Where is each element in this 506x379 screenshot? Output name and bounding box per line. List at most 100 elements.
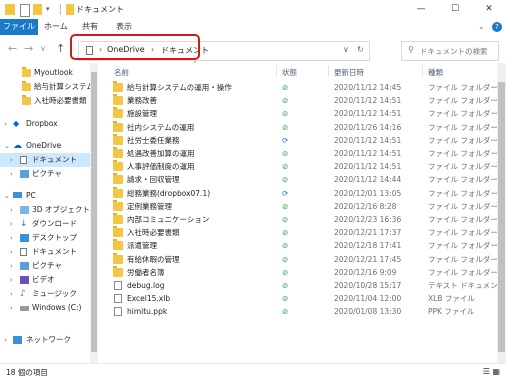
nav-item-videos[interactable]: › ビデオ	[0, 273, 90, 287]
nav-item-network[interactable]: › ネットワーク	[0, 333, 90, 347]
sync-ok-icon: ⊘	[282, 149, 289, 158]
column-name[interactable]: 名前	[114, 67, 129, 78]
tab-view[interactable]: 表示	[116, 19, 132, 35]
nav-item-3d-objects[interactable]: › 3D オブジェクト	[0, 203, 90, 217]
item-date: 2020/12/16 9:09	[334, 267, 397, 277]
item-date: 2020/12/18 17:41	[334, 241, 402, 251]
item-type: ファイル フォルダー	[428, 188, 498, 198]
folder-row[interactable]: 請求・回収管理 ⊘ 2020/11/12 14:44 ファイル フォルダー	[100, 173, 498, 186]
address-dropdown-icon[interactable]: ∨	[343, 45, 349, 54]
chevron-right-icon[interactable]: ›	[10, 231, 13, 245]
item-type: ファイル フォルダー	[428, 109, 498, 119]
chevron-right-icon[interactable]: ›	[10, 203, 13, 217]
chevron-right-icon[interactable]: ›	[4, 333, 7, 347]
item-date: 2020/10/28 15:17	[334, 281, 402, 290]
chevron-right-icon[interactable]: ›	[10, 167, 13, 181]
nav-item-onedrive-pictures[interactable]: › ピクチャ	[0, 167, 90, 181]
item-date: 2020/12/01 13:05	[334, 188, 402, 198]
chevron-right-icon[interactable]: ›	[10, 245, 13, 259]
details-view-icon[interactable]: ☰	[483, 367, 490, 376]
customize-quick-access-icon[interactable]: ▾	[46, 4, 54, 15]
file-row[interactable]: debug.log ⊘ 2020/10/28 15:17 テキスト ドキュメント	[100, 279, 505, 292]
folder-row[interactable]: 入社時必要書類 ⊘ 2020/12/21 17:37 ファイル フォルダー	[100, 226, 498, 239]
nav-item-pc[interactable]: ⌄ PC	[0, 189, 90, 203]
nav-item-windows-c[interactable]: › Windows (C:)	[0, 301, 90, 315]
close-button[interactable]: ✕	[472, 0, 506, 19]
column-divider[interactable]	[276, 65, 277, 77]
documents-icon	[20, 248, 27, 256]
sync-ok-icon: ⊘	[282, 294, 289, 304]
up-icon[interactable]: ↑	[56, 42, 65, 55]
onedrive-icon: ☁	[13, 141, 22, 151]
sync-ok-icon: ⊘	[282, 96, 289, 106]
folder-row[interactable]: 給与計算システムの運用・操作 ⊘ 2020/11/12 14:45 ファイル フォルダ…	[100, 81, 498, 94]
forward-icon[interactable]: →	[24, 42, 33, 55]
column-divider[interactable]	[422, 65, 423, 77]
tab-share[interactable]: 共有	[82, 19, 98, 35]
list-scrollbar-thumb[interactable]	[498, 82, 505, 352]
chevron-right-icon[interactable]: ›	[10, 217, 13, 231]
item-name: 社労士委任業務	[127, 135, 180, 145]
chevron-right-icon[interactable]: ›	[10, 301, 13, 315]
nav-item-onedrive[interactable]: ⌄ ☁ OneDrive	[0, 139, 90, 153]
title-bar: ▾ ドキュメント — ☐ ✕	[0, 0, 506, 20]
item-name: 労働者名簿	[127, 267, 165, 277]
sync-ok-icon: ⊘	[282, 254, 289, 264]
nav-item-dropbox[interactable]: › ◆ Dropbox	[0, 117, 90, 131]
chevron-down-icon[interactable]: ⌄	[4, 189, 10, 203]
column-date-modified[interactable]: 更新日時	[334, 67, 364, 78]
file-row[interactable]: himitu.ppk ⊘ 2020/01/08 13:30 PPK ファイル	[100, 305, 490, 318]
nav-item-music[interactable]: › ♪ ミュージック	[0, 287, 90, 301]
recent-locations-icon[interactable]: ∨	[40, 44, 46, 53]
folder-row[interactable]: 派遣管理 ⊘ 2020/12/18 17:41 ファイル フォルダー	[100, 239, 498, 252]
new-folder-icon[interactable]	[33, 4, 42, 15]
nav-item-downloads[interactable]: › ↓ ダウンロード	[0, 217, 90, 231]
chevron-down-icon[interactable]: ⌄	[4, 139, 10, 153]
refresh-icon[interactable]: ↻	[357, 45, 364, 54]
column-divider[interactable]	[328, 65, 329, 77]
nav-scrollbar-thumb[interactable]	[91, 72, 97, 352]
column-type[interactable]: 種類	[428, 67, 443, 78]
folder-row[interactable]: 内部コミュニケーション ⊘ 2020/12/23 16:36 ファイル フォルダー	[100, 213, 498, 226]
folder-row[interactable]: 業務改善 ⊘ 2020/11/12 14:51 ファイル フォルダー	[100, 94, 498, 107]
chevron-right-icon[interactable]: ›	[4, 117, 7, 131]
nav-item-myoutlook[interactable]: Myoutlook	[0, 66, 90, 80]
chevron-right-icon[interactable]: ›	[10, 287, 13, 301]
file-icon	[114, 294, 122, 304]
folder-row[interactable]: 労働者名簿 ⊘ 2020/12/16 9:09 ファイル フォルダー	[100, 265, 498, 279]
properties-icon[interactable]	[20, 4, 30, 17]
folder-row[interactable]: 定例業務管理 ⊘ 2020/12/16 8:28 ファイル フォルダー	[100, 199, 498, 213]
nav-item-onedrive-documents[interactable]: › ドキュメント	[0, 153, 90, 167]
folder-row[interactable]: 総務業務(dropbox07.1) ⟳ 2020/12/01 13:05 ファイル フ…	[100, 186, 498, 200]
minimize-button[interactable]: —	[404, 0, 438, 19]
item-date: 2020/12/21 17:37	[334, 228, 402, 238]
chevron-right-icon[interactable]: ›	[10, 273, 13, 287]
tab-home[interactable]: ホーム	[44, 19, 68, 35]
column-status[interactable]: 状態	[282, 67, 297, 78]
search-box[interactable]: ⚲ ドキュメントの検索	[401, 41, 499, 61]
nav-item-onboarding-docs[interactable]: 入社時必要書類	[0, 94, 90, 108]
folder-icon	[113, 226, 123, 238]
chevron-right-icon[interactable]: ›	[10, 259, 13, 273]
folder-row[interactable]: 人事評価制度の運用 ⊘ 2020/11/12 14:51 ファイル フォルダー	[100, 160, 498, 173]
sync-ok-icon: ⊘	[282, 267, 289, 277]
nav-item-payroll[interactable]: 給与計算システム	[0, 80, 90, 94]
tab-file[interactable]: ファイル	[0, 19, 38, 35]
nav-item-pc-documents[interactable]: › ドキュメント	[0, 245, 90, 259]
large-icons-view-icon[interactable]: ▦	[492, 367, 500, 376]
folder-row[interactable]: 社労士委任業務 ⟳ 2020/11/12 14:51 ファイル フォルダー	[100, 133, 498, 147]
file-row[interactable]: Excel15.xlb ⊘ 2020/11/04 12:00 XLB ファイル	[100, 292, 490, 305]
help-icon[interactable]: ?	[492, 22, 502, 32]
folder-row[interactable]: 施設管理 ⊘ 2020/11/12 14:51 ファイル フォルダー	[100, 107, 498, 120]
folder-row[interactable]: 社内システムの運用 ⊘ 2020/11/26 14:16 ファイル フォルダー	[100, 120, 498, 134]
nav-item-desktop[interactable]: › デスクトップ	[0, 231, 90, 245]
folder-row[interactable]: 処遇改善加算の運用 ⊘ 2020/11/12 14:51 ファイル フォルダー	[100, 147, 498, 160]
back-icon[interactable]: ←	[8, 42, 17, 55]
ribbon-toggle-icon[interactable]: ⌄	[478, 19, 485, 35]
chevron-right-icon[interactable]: ›	[10, 153, 13, 167]
item-type: ファイル フォルダー	[428, 83, 498, 92]
folder-row[interactable]: 有給休暇の管理 ⊘ 2020/12/21 17:45 ファイル フォルダー	[100, 252, 498, 266]
sync-pending-icon: ⟳	[282, 135, 289, 145]
maximize-button[interactable]: ☐	[438, 0, 472, 19]
nav-item-pc-pictures[interactable]: › ピクチャ	[0, 259, 90, 273]
